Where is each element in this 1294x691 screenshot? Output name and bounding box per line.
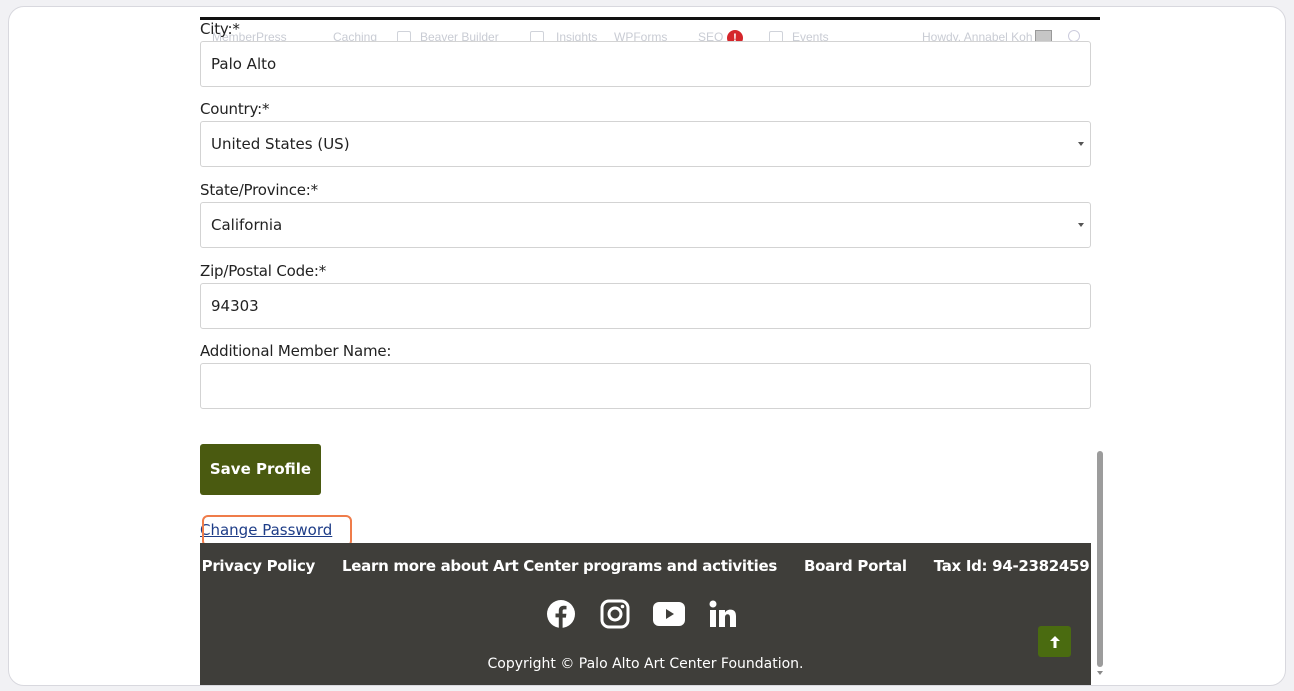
additional-member-field[interactable] bbox=[200, 363, 1091, 409]
city-value: Palo Alto bbox=[211, 55, 277, 73]
country-label: Country:* bbox=[200, 100, 270, 118]
scroll-down-icon[interactable] bbox=[1097, 671, 1103, 675]
chevron-down-icon bbox=[1078, 142, 1084, 146]
browser-frame: MemberPress Caching Beaver Builder Insig… bbox=[8, 6, 1286, 686]
page-scrollbar[interactable] bbox=[1095, 7, 1105, 685]
admin-bar bbox=[200, 17, 1100, 20]
footer-link-privacy[interactable]: Privacy Policy bbox=[202, 557, 316, 575]
zip-field[interactable]: 94303 bbox=[200, 283, 1091, 329]
save-profile-button[interactable]: Save Profile bbox=[200, 444, 321, 495]
state-label: State/Province:* bbox=[200, 181, 318, 199]
footer-links: Privacy Policy Learn more about Art Cent… bbox=[200, 557, 1091, 575]
zip-value: 94303 bbox=[211, 297, 259, 315]
state-select[interactable]: California bbox=[200, 202, 1091, 248]
state-value: California bbox=[211, 216, 283, 234]
back-to-top-button[interactable] bbox=[1038, 626, 1071, 657]
chevron-down-icon bbox=[1078, 223, 1084, 227]
facebook-icon[interactable] bbox=[544, 597, 578, 631]
city-label: City:* bbox=[200, 20, 240, 38]
country-value: United States (US) bbox=[211, 135, 350, 153]
instagram-icon[interactable] bbox=[598, 597, 632, 631]
country-select[interactable]: United States (US) bbox=[200, 121, 1091, 167]
arrow-up-icon bbox=[1049, 635, 1060, 648]
footer-tax-id: Tax Id: 94-2382459 bbox=[933, 557, 1090, 575]
social-links bbox=[544, 597, 740, 631]
youtube-icon[interactable] bbox=[652, 597, 686, 631]
page-viewport: MemberPress Caching Beaver Builder Insig… bbox=[9, 7, 1285, 685]
footer-link-board-portal[interactable]: Board Portal bbox=[804, 557, 907, 575]
site-footer: Privacy Policy Learn more about Art Cent… bbox=[200, 543, 1091, 685]
linkedin-icon[interactable] bbox=[706, 597, 740, 631]
additional-member-label: Additional Member Name: bbox=[200, 342, 392, 360]
footer-copyright: Copyright © Palo Alto Art Center Foundat… bbox=[487, 656, 804, 672]
scrollbar-thumb[interactable] bbox=[1097, 451, 1103, 667]
city-field[interactable]: Palo Alto bbox=[200, 41, 1091, 87]
zip-label: Zip/Postal Code:* bbox=[200, 262, 327, 280]
footer-link-programs[interactable]: Learn more about Art Center programs and… bbox=[342, 557, 777, 575]
